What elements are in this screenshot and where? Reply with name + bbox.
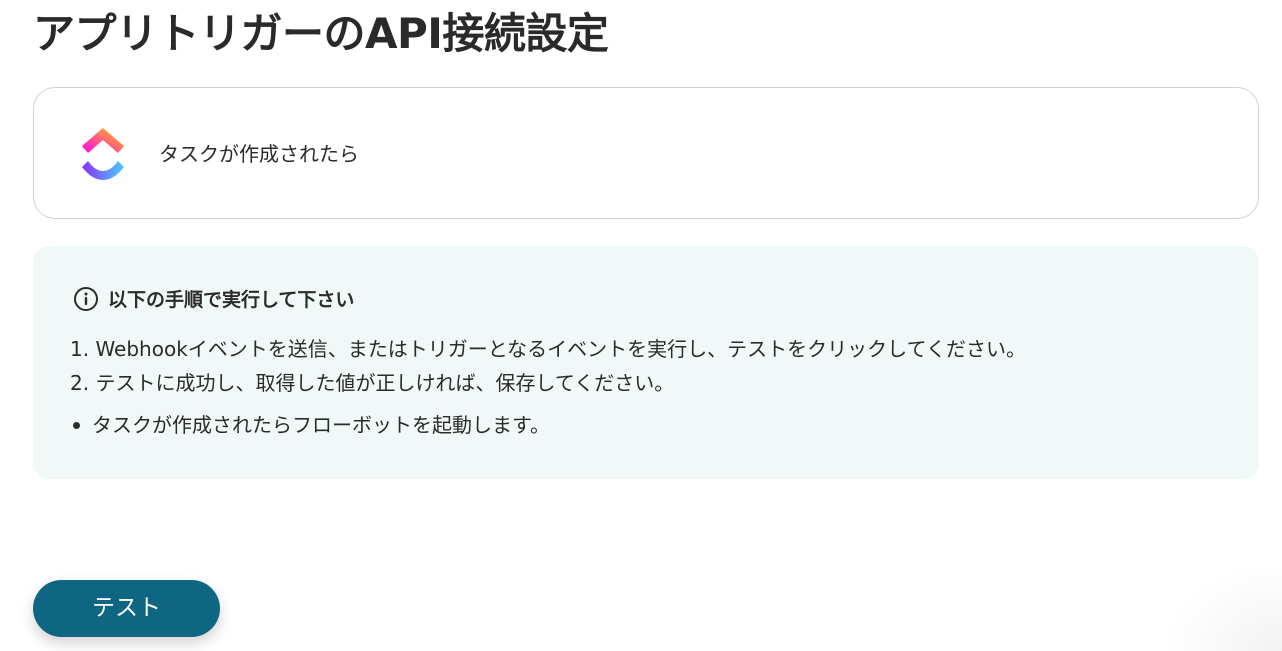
corner-shade [1162,561,1282,651]
steps-list: 1. Webhookイベントを送信、またはトリガーとなるイベントを実行し、テスト… [70,332,1026,400]
trigger-name: タスクが作成されたら [159,142,359,166]
bullet-dot [73,421,80,429]
note-item: タスクが作成されたらフローボットを起動します。 [73,408,550,442]
info-icon [73,286,99,312]
page: アプリトリガーのAPI接続設定 タスクが作成されたら 以下の手順で実行して下さい… [0,0,1282,651]
notes-list: タスクが作成されたらフローボットを起動します。 [73,408,550,442]
test-button[interactable]: テスト [33,580,220,637]
clickup-logo-icon [79,126,127,182]
instructions-panel: 以下の手順で実行して下さい 1. Webhookイベントを送信、またはトリガーと… [33,246,1259,479]
instructions-heading: 以下の手順で実行して下さい [73,285,354,312]
step-item: 2. テストに成功し、取得した値が正しければ、保存してください。 [70,371,675,395]
trigger-card: タスクが作成されたら [33,87,1259,219]
step-item: 1. Webhookイベントを送信、またはトリガーとなるイベントを実行し、テスト… [70,337,1026,361]
note-text: タスクが作成されたらフローボットを起動します。 [92,413,550,437]
page-title: アプリトリガーのAPI接続設定 [33,9,609,58]
instructions-heading-text: 以下の手順で実行して下さい [108,289,355,311]
